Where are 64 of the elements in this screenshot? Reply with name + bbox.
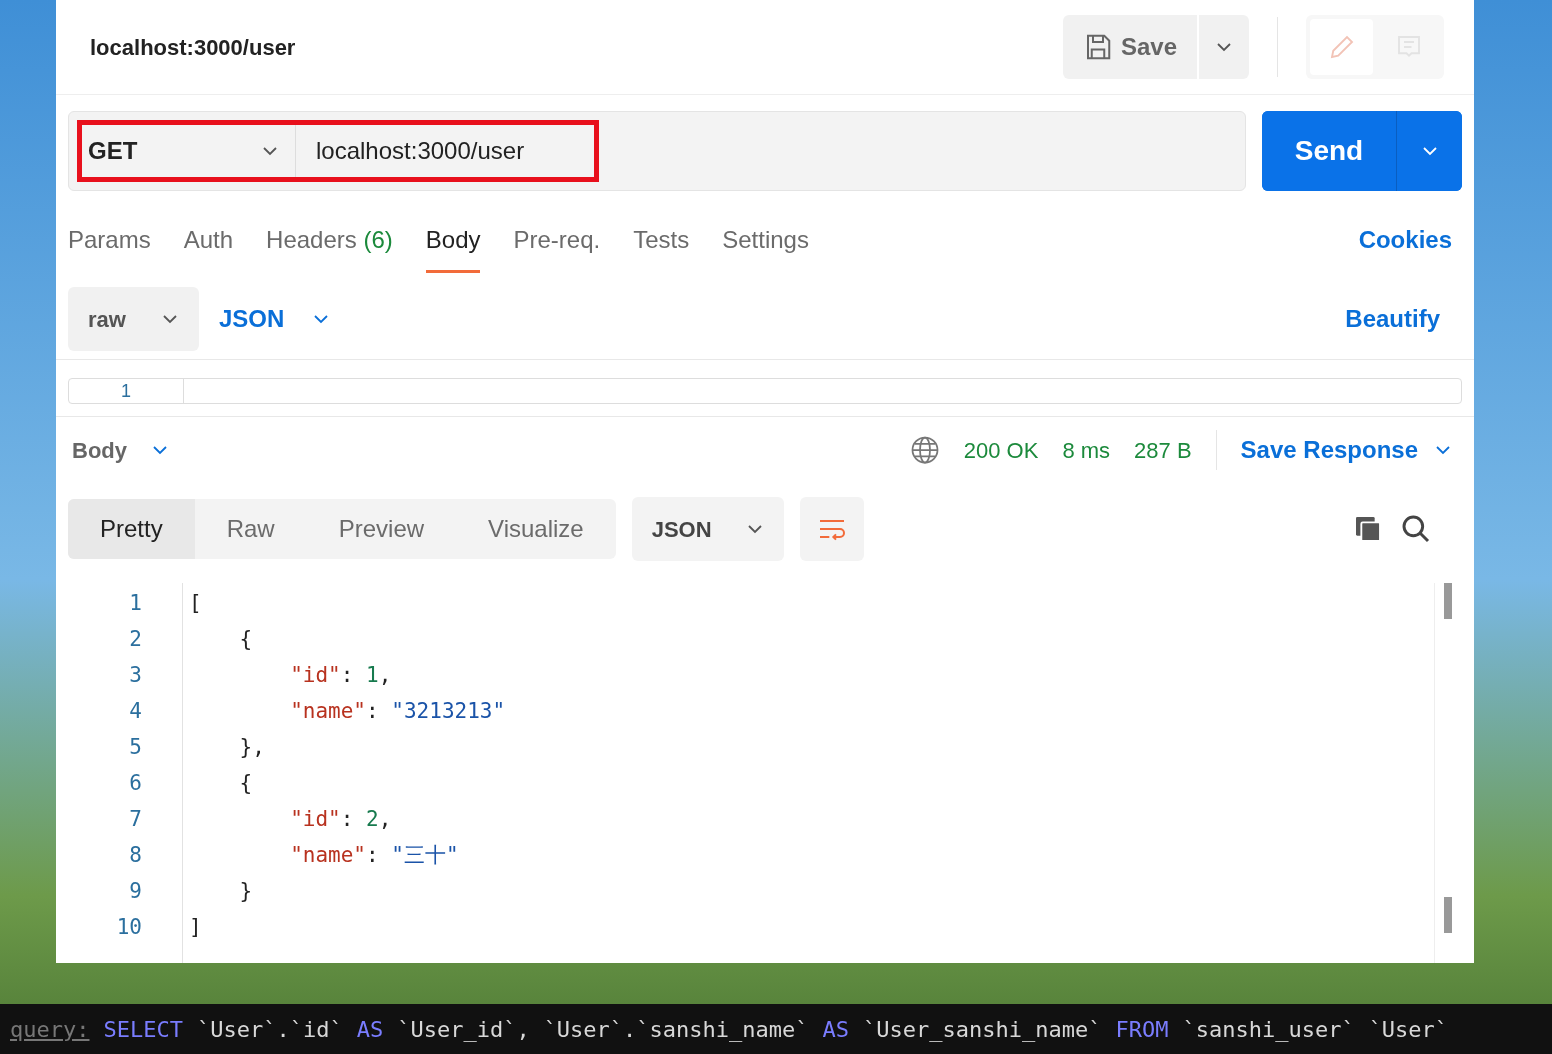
body-format-dropdown[interactable]: JSON bbox=[219, 301, 331, 337]
code-line: [ bbox=[189, 590, 203, 617]
response-size: 287 B bbox=[1134, 436, 1192, 465]
code-line: }, bbox=[238, 734, 266, 761]
request-tab[interactable]: Tests bbox=[633, 222, 690, 273]
search-icon[interactable] bbox=[1400, 513, 1432, 545]
save-response-dropdown[interactable]: Save Response bbox=[1240, 432, 1452, 468]
line-number: 10 bbox=[116, 914, 142, 941]
response-section-dropdown[interactable]: Body bbox=[72, 433, 169, 467]
view-tab[interactable]: Visualize bbox=[456, 499, 616, 559]
save-options-button[interactable] bbox=[1199, 15, 1249, 79]
response-format-dropdown[interactable]: JSON bbox=[631, 497, 784, 561]
url-bar[interactable]: GET localhost:3000/user bbox=[68, 111, 1246, 191]
terminal-text: `User`.`id` bbox=[196, 1015, 343, 1044]
terminal-text: AS bbox=[356, 1015, 384, 1044]
save-button[interactable]: Save bbox=[1062, 15, 1197, 79]
line-number: 9 bbox=[129, 878, 142, 905]
method-dropdown[interactable]: GET bbox=[82, 125, 296, 177]
request-tab[interactable]: Headers (6) bbox=[266, 222, 393, 273]
line-number: 6 bbox=[129, 770, 142, 797]
line-number: 2 bbox=[129, 626, 142, 653]
line-number: 1 bbox=[69, 379, 184, 403]
terminal-text: AS bbox=[822, 1015, 850, 1044]
line-number: 3 bbox=[129, 662, 142, 689]
line-number: 7 bbox=[129, 806, 142, 833]
request-tab[interactable]: Params bbox=[68, 222, 151, 273]
terminal-text: `User` bbox=[1368, 1015, 1449, 1044]
terminal-text: FROM bbox=[1115, 1015, 1169, 1044]
code-line: ] bbox=[189, 914, 203, 941]
pencil-icon[interactable] bbox=[1310, 19, 1373, 75]
code-line: "name": "3213213" bbox=[289, 698, 507, 725]
request-tab[interactable]: Settings bbox=[722, 222, 809, 273]
line-number: 4 bbox=[129, 698, 142, 725]
request-tab[interactable]: Auth bbox=[183, 222, 234, 273]
view-tab[interactable]: Preview bbox=[306, 499, 457, 559]
request-title: localhost:3000/user bbox=[90, 33, 296, 62]
beautify-link[interactable]: Beautify bbox=[1345, 301, 1440, 337]
view-tab[interactable]: Pretty bbox=[68, 499, 195, 559]
status-code: 200 OK bbox=[963, 436, 1039, 465]
code-line: "id": 2, bbox=[289, 806, 393, 833]
code-line: } bbox=[238, 878, 254, 905]
globe-icon bbox=[909, 435, 940, 465]
send-options-button[interactable] bbox=[1396, 111, 1462, 191]
terminal-text: query: bbox=[10, 1015, 90, 1044]
terminal-text: SELECT bbox=[103, 1015, 183, 1044]
code-line: "id": 1, bbox=[289, 662, 393, 689]
view-tab[interactable]: Raw bbox=[194, 499, 307, 559]
code-line: { bbox=[238, 626, 254, 653]
terminal-text: `User_id`, bbox=[397, 1015, 530, 1044]
request-tab[interactable]: Pre-req. bbox=[513, 222, 601, 273]
terminal-text: `sanshi_user` bbox=[1182, 1015, 1355, 1044]
line-number: 5 bbox=[129, 734, 142, 761]
line-number: 1 bbox=[129, 590, 142, 617]
wrap-lines-icon[interactable] bbox=[799, 497, 864, 561]
request-tab[interactable]: Body bbox=[425, 222, 481, 273]
terminal-text: `User_sanshi_name` bbox=[863, 1015, 1102, 1044]
code-line: { bbox=[238, 770, 254, 797]
response-time: 8 ms bbox=[1062, 436, 1111, 465]
body-mode-dropdown[interactable]: raw bbox=[68, 287, 199, 351]
line-number: 8 bbox=[129, 842, 142, 869]
code-line: "name": "三十" bbox=[289, 842, 460, 869]
body-editor[interactable]: 1 bbox=[68, 378, 1462, 404]
cookies-link[interactable]: Cookies bbox=[1358, 222, 1452, 273]
terminal-text: `User`.`sanshi_name` bbox=[543, 1015, 809, 1044]
